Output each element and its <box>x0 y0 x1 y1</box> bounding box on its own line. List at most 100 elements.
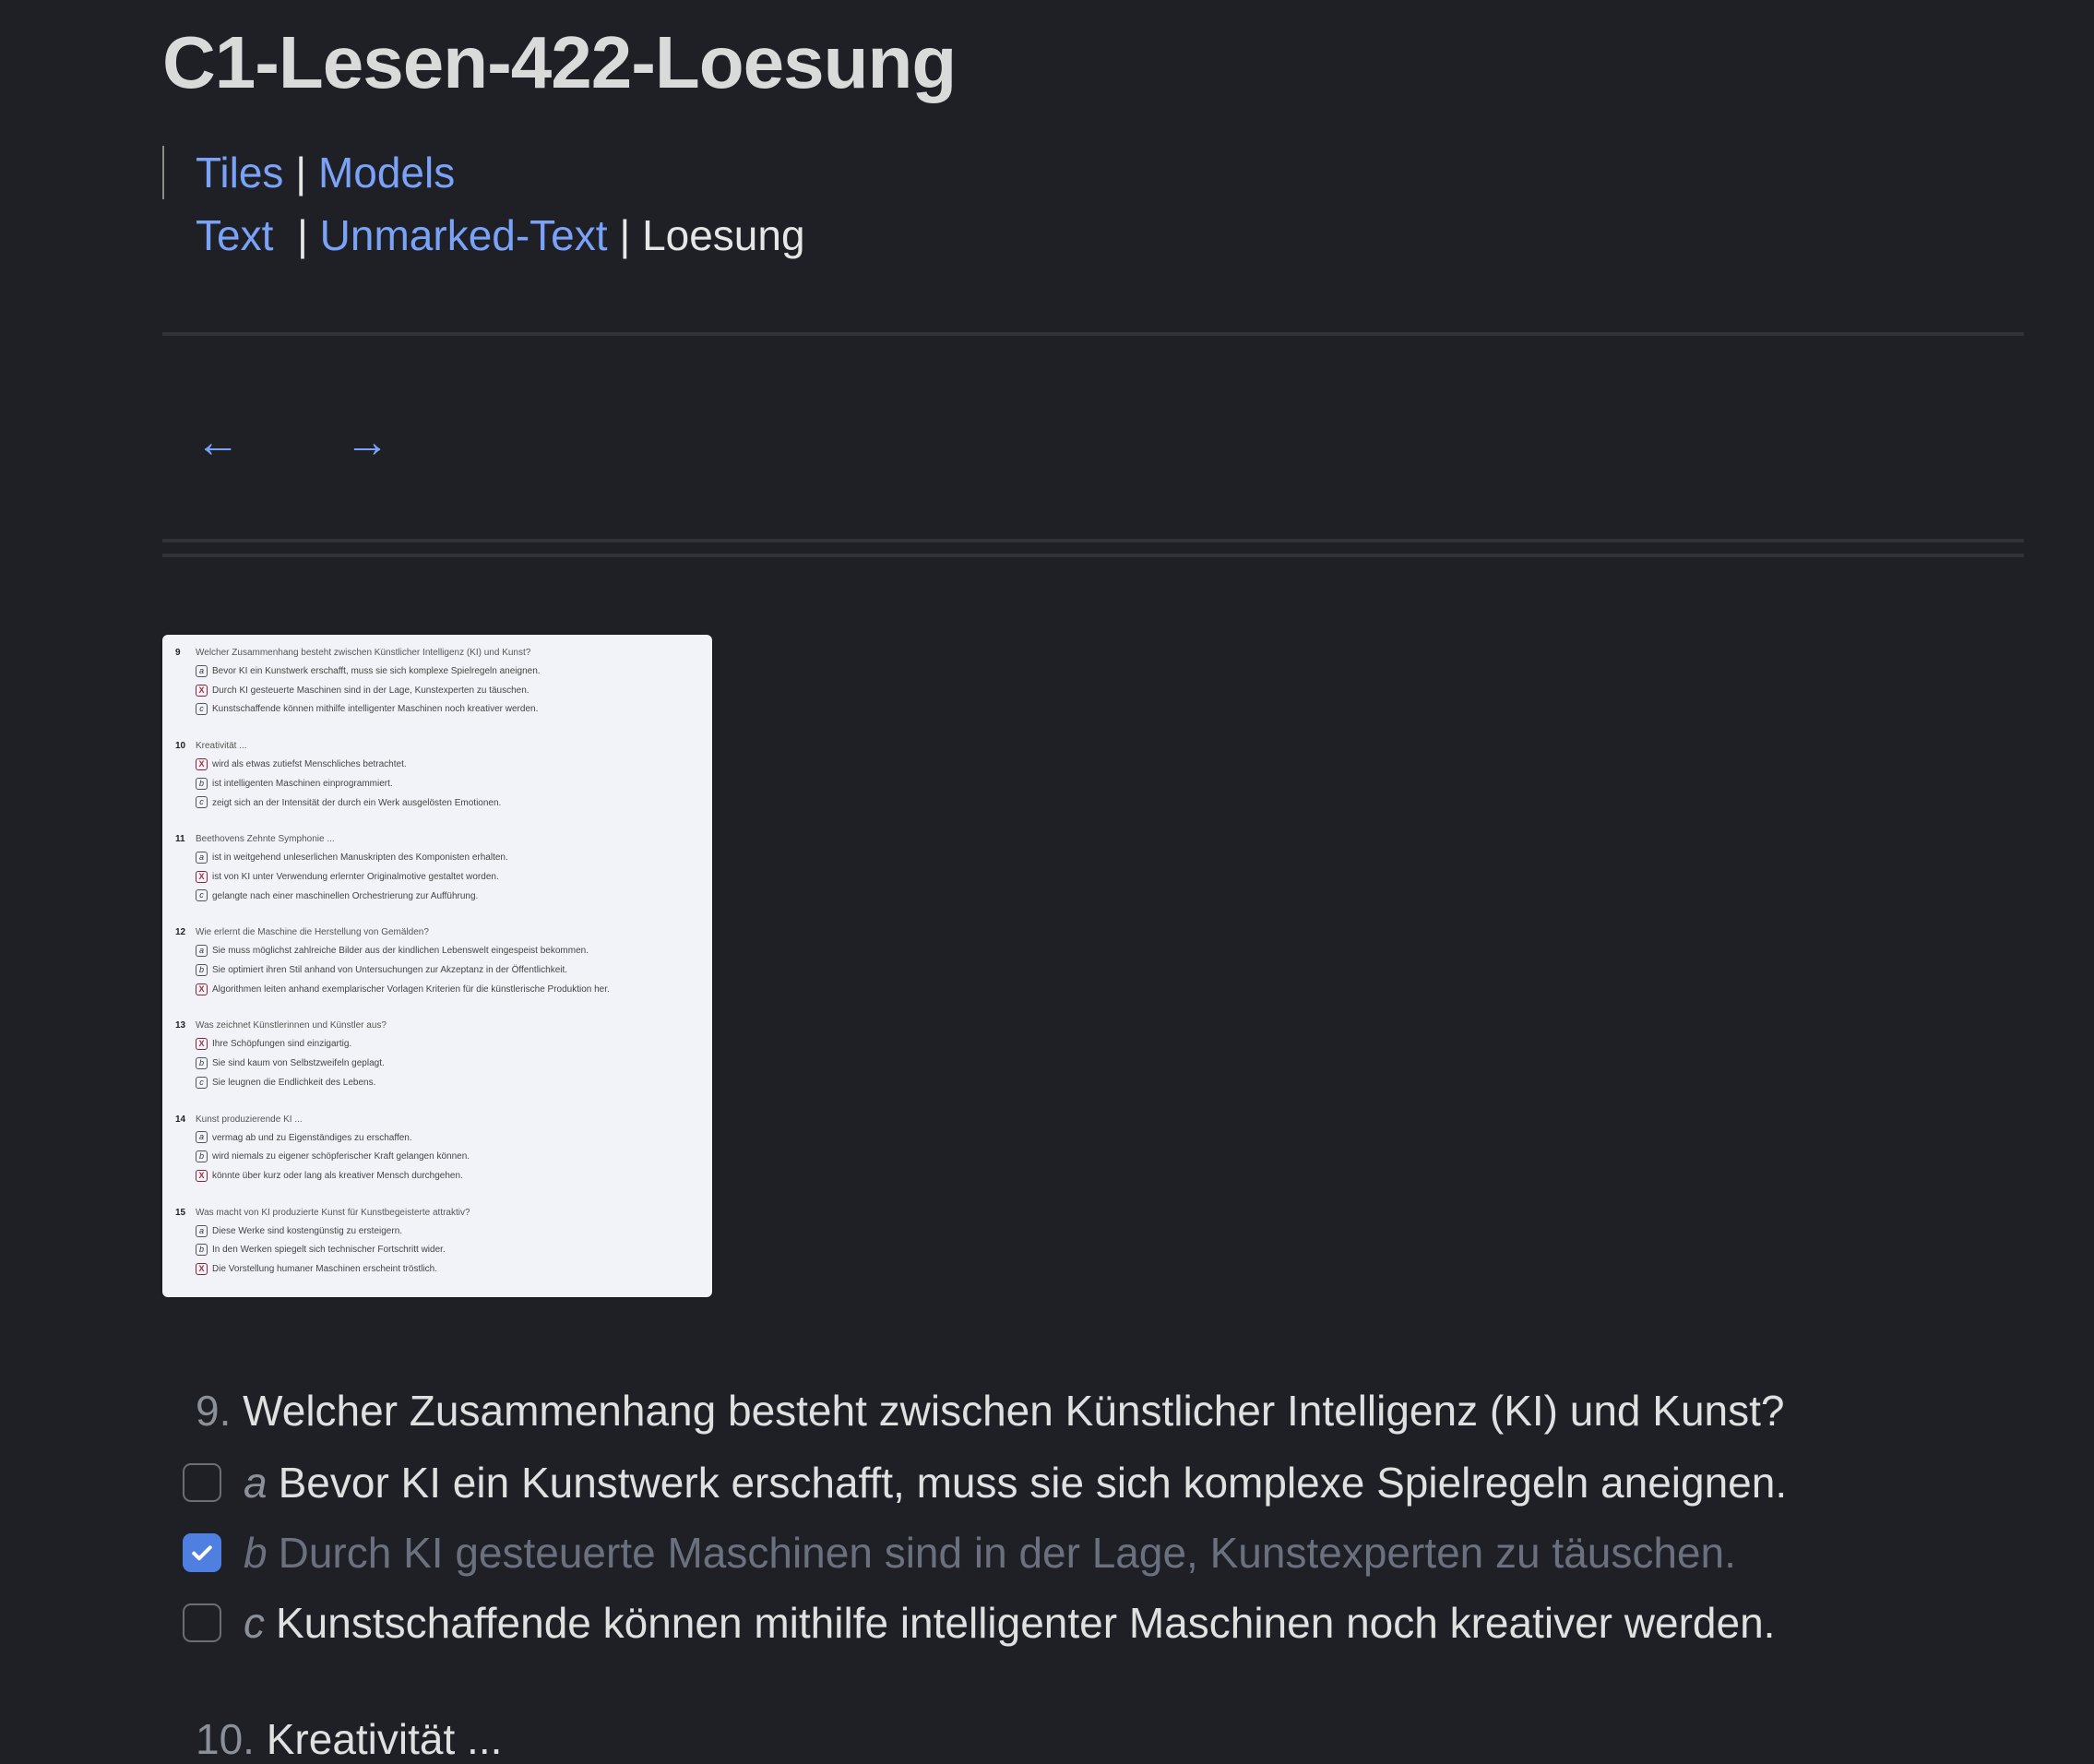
option-text: Kunstschaffende können mithilfe intellig… <box>276 1599 1776 1647</box>
sheet-option: c Kunstschaffende können mithilfe intelli… <box>175 700 701 720</box>
question-text: Kreativität ... <box>266 1715 503 1763</box>
option-box-icon: a <box>196 1224 208 1237</box>
question-9-title: 9. Welcher Zusammenhang besteht zwischen… <box>196 1386 1785 1436</box>
sheet-option-text: Ihre Schöpfungen sind einzigartig. <box>212 1039 352 1050</box>
nav-link-unmarked-text[interactable]: Unmarked-Text <box>320 211 608 259</box>
option-letter: a <box>244 1459 268 1507</box>
option-box-icon: b <box>196 1057 208 1069</box>
prev-arrow-icon[interactable]: ← <box>196 421 240 465</box>
sheet-option-text: ist von KI unter Verwendung erlernter Or… <box>212 871 499 882</box>
nav-link-models[interactable]: Models <box>318 149 455 197</box>
sheet-option: a vermag ab und zu Eigenständiges zu ersc… <box>175 1129 701 1149</box>
sheet-option-text: Sie optimiert ihren Stil anhand von Unte… <box>212 965 568 976</box>
page-title: C1-Lesen-422-Loesung <box>162 21 957 103</box>
question-number: 9. <box>196 1387 232 1435</box>
sheet-question-number: 13 <box>175 1020 186 1031</box>
option-c-checkbox[interactable] <box>183 1603 221 1642</box>
sheet-question-title: 15 Was macht von KI produzierte Kunst für… <box>175 1204 701 1222</box>
crossed-box-icon: X <box>196 757 208 770</box>
option-b-checkbox[interactable] <box>183 1533 221 1572</box>
sheet-question-number: 15 <box>175 1207 186 1218</box>
sheet-option: X Algorithmen leiten anhand exemplarische… <box>175 981 701 1000</box>
divider <box>162 554 2024 557</box>
sheet-option-text: ist in weitgehend unleserlichen Manuskri… <box>212 852 508 864</box>
option-letter: b <box>244 1529 268 1577</box>
nav-separator: | <box>296 211 308 259</box>
option-box-icon: b <box>196 963 208 976</box>
option-box-icon: c <box>196 1076 208 1089</box>
option-box-icon: a <box>196 664 208 677</box>
sheet-option: X Die Vorstellung humaner Maschinen ersch… <box>175 1260 701 1280</box>
sheet-option: c gelangte nach einer maschinellen Orches… <box>175 888 701 907</box>
option-box-icon: b <box>196 777 208 790</box>
option-b: b Durch KI gesteuerte Maschinen sind in … <box>183 1528 1736 1578</box>
sheet-option-text: vermag ab und zu Eigenständiges zu ersch… <box>212 1132 412 1143</box>
sheet-option-text: Algorithmen leiten anhand exemplarischer… <box>212 983 610 995</box>
option-box-icon: c <box>196 703 208 716</box>
sheet-option: b Sie optimiert ihren Stil anhand von Unt… <box>175 961 701 981</box>
sheet-question: 13 Was zeichnet Künstlerinnen und Künstle… <box>175 1017 701 1092</box>
nav-line-1: Tiles | Models <box>196 148 455 197</box>
sheet-question-text: Kreativität ... <box>196 741 247 752</box>
sheet-option: X Durch KI gesteuerte Maschinen sind in d… <box>175 682 701 701</box>
sheet-question-number: 14 <box>175 1114 186 1125</box>
sheet-option: a Sie muss möglichst zahlreiche Bilder au… <box>175 942 701 961</box>
sheet-option-text: Kunstschaffende können mithilfe intellig… <box>212 704 539 715</box>
option-letter: c <box>244 1599 265 1647</box>
sheet-option-text: könnte über kurz oder lang als kreativer… <box>212 1170 463 1181</box>
divider <box>162 332 2024 336</box>
sheet-option-text: Sie sind kaum von Selbstzweifeln geplagt… <box>212 1058 385 1069</box>
sheet-option-text: In den Werken spiegelt sich technischer … <box>212 1245 446 1256</box>
sheet-option-text: gelangte nach einer maschinellen Orchest… <box>212 890 479 901</box>
sheet-question: 15 Was macht von KI produzierte Kunst für… <box>175 1204 701 1280</box>
sheet-option: X Ihre Schöpfungen sind einzigartig. <box>175 1035 701 1055</box>
sheet-option: b wird niemals zu eigener schöpferischer … <box>175 1148 701 1167</box>
next-arrow-icon[interactable]: → <box>345 421 389 465</box>
sheet-option: Xkönnte über kurz oder lang als kreative… <box>175 1167 701 1186</box>
sheet-option-text: wird niemals zu eigener schöpferischer K… <box>212 1151 470 1162</box>
sheet-option: a ist in weitgehend unleserlichen Manuskr… <box>175 849 701 868</box>
sheet-option: Xist von KI unter Verwendung erlernter O… <box>175 868 701 888</box>
option-box-icon: b <box>196 1244 208 1257</box>
sheet-question-number: 9 <box>175 648 181 658</box>
divider <box>162 539 2024 542</box>
sheet-option-text: Durch KI gesteuerte Maschinen sind in de… <box>212 685 529 696</box>
crossed-box-icon: X <box>196 684 208 697</box>
sheet-question-title: 10 Kreativität ... <box>175 737 701 756</box>
question-10-title: 10. Kreativität ... <box>196 1714 502 1764</box>
sheet-option: Xwird als etwas zutiefst Menschliches be… <box>175 756 701 775</box>
sheet-option-text: wird als etwas zutiefst Menschliches bet… <box>212 759 407 770</box>
sheet-question-number: 11 <box>175 834 185 845</box>
sheet-question: 10 Kreativität ... Xwird als etwas zutiefs… <box>175 737 701 813</box>
option-box-icon: b <box>196 1150 208 1163</box>
option-c: c Kunstschaffende können mithilfe intell… <box>183 1598 1775 1648</box>
sheet-option: b In den Werken spiegelt sich technischer… <box>175 1241 701 1260</box>
answer-sheet-image[interactable]: 9 Welcher Zusammenhang besteht zwischen K… <box>162 635 712 1297</box>
sheet-option-text: Sie muss möglichst zahlreiche Bilder aus… <box>212 946 589 957</box>
crossed-box-icon: X <box>196 1038 208 1051</box>
question-number: 10. <box>196 1715 255 1763</box>
nav-link-tiles[interactable]: Tiles <box>196 149 283 197</box>
sheet-question-number: 10 <box>175 741 186 752</box>
option-box-icon: c <box>196 796 208 809</box>
option-a-checkbox[interactable] <box>183 1463 221 1502</box>
sheet-question-text: Wie erlernt die Maschine die Herstellung… <box>196 927 429 938</box>
crossed-box-icon: X <box>196 870 208 883</box>
nav-blockquote-bar <box>162 146 164 199</box>
sheet-question-text: Beethovens Zehnte Symphonie ... <box>196 834 335 845</box>
sheet-question-title: 14 Kunst produzierende KI ... <box>175 1111 701 1129</box>
sheet-question-title: 12 Wie erlernt die Maschine die Herstellu… <box>175 924 701 942</box>
nav-link-text[interactable]: Text <box>196 211 273 259</box>
sheet-option-text: zeigt sich an der Intensität der durch e… <box>212 797 502 808</box>
crossed-box-icon: X <box>196 983 208 995</box>
sheet-option: c Sie leugnen die Endlichkeit des Lebens. <box>175 1074 701 1093</box>
checkmark-icon <box>192 1545 212 1561</box>
sheet-option-text: Diese Werke sind kostengünstig zu erstei… <box>212 1225 403 1236</box>
option-a: a Bevor KI ein Kunstwerk erschafft, muss… <box>183 1458 1787 1508</box>
nav-separator: | <box>619 211 631 259</box>
sheet-option-text: ist intelligenten Maschinen einprogrammi… <box>212 778 393 789</box>
nav-current-page: Loesung <box>642 211 805 259</box>
sheet-option: c zeigt sich an der Intensität der durch … <box>175 794 701 814</box>
sheet-question-text: Kunst produzierende KI ... <box>196 1114 303 1125</box>
sheet-question: 14 Kunst produzierende KI ... a vermag ab u… <box>175 1111 701 1186</box>
